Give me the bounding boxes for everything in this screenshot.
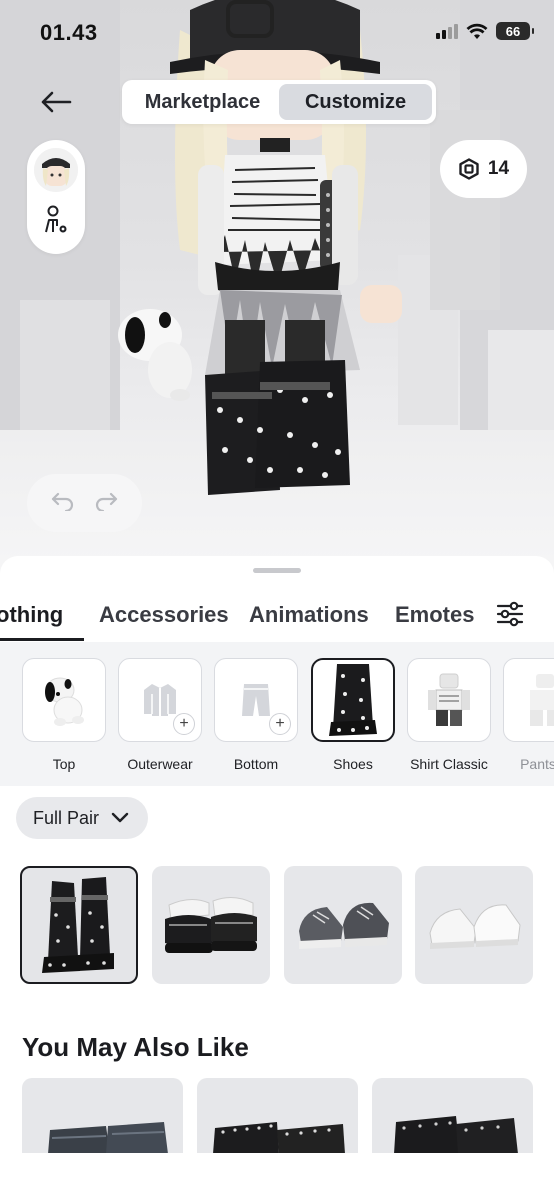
tab-animations[interactable]: Animations [249,602,369,628]
recommendation-card[interactable] [197,1078,358,1154]
battery-icon: 66 [496,22,534,40]
scene-block [488,330,554,430]
dropdown-label: Full Pair [33,807,100,828]
avatar-figure [118,0,402,495]
add-icon: + [173,713,195,735]
subcategory-tile[interactable] [407,658,491,742]
status-icons: 66 [436,22,534,40]
dog-plush-icon [45,677,84,726]
cellular-signal-icon [436,23,458,39]
customize-sheet: othing Accessories Animations Emotes Top… [0,556,554,1199]
avatar-switcher [27,140,85,254]
item-white-sneakers[interactable] [415,866,533,984]
avatar-settings-button[interactable] [41,204,71,241]
subcategory-tile[interactable] [503,658,554,742]
subcategory-shoes[interactable]: Shoes [311,658,395,772]
bottom-safe-area [0,1153,554,1199]
segment-marketplace[interactable]: Marketplace [126,84,279,120]
subcategory-outerwear[interactable]: + Outerwear [118,658,202,772]
category-tabs: othing Accessories Animations Emotes [0,596,554,642]
back-button[interactable] [36,86,76,118]
avatar-head-icon [34,148,78,192]
subcategory-pants-classic[interactable]: Pants C [503,658,554,772]
robux-balance[interactable]: 14 [440,140,527,198]
shirt-classic-icon [428,673,470,726]
full-pair-dropdown[interactable]: Full Pair [16,797,148,839]
marketplace-customize-toggle: Marketplace Customize [122,80,436,124]
pants-icon [242,684,270,716]
robux-amount: 14 [487,158,510,179]
grey-sneakers-icon [299,902,389,949]
subcategory-tile[interactable]: + [214,658,298,742]
undo-icon [51,492,73,512]
subcategory-top[interactable]: Top [22,658,106,772]
item-platform-mary-janes[interactable] [152,866,270,984]
undo-button[interactable] [50,491,76,516]
recommendation-list [0,1078,554,1154]
chevron-down-icon [111,812,129,823]
pants-classic-icon [530,674,554,726]
subcategory-shirt-classic[interactable]: Shirt Classic [407,658,491,772]
scene-block [20,300,110,450]
avatar-scene[interactable]: 01.43 66 Marketplace Customize 14 [0,0,554,580]
segment-customize[interactable]: Customize [279,84,432,120]
sheet-grabber[interactable] [253,568,301,573]
undo-redo-control [27,474,142,532]
fur-boots-icon [394,1116,518,1154]
item-grey-sneakers[interactable] [284,866,402,984]
recommendation-card[interactable] [372,1078,533,1154]
tab-emotes[interactable]: Emotes [395,602,474,628]
battery-level: 66 [505,23,521,39]
platform-shoes-icon [165,897,257,953]
sliders-icon [496,601,524,627]
subcategory-label: Pants C [520,756,554,772]
subcategory-tile[interactable]: + [118,658,202,742]
redo-icon [96,492,118,512]
redo-button[interactable] [93,491,119,516]
add-icon: + [269,713,291,735]
tab-clothing[interactable]: othing [0,602,63,628]
recommend-section-title: You May Also Like [22,1032,249,1062]
tab-accessories[interactable]: Accessories [99,602,229,628]
white-sneakers-icon [429,904,521,949]
status-time: 01.43 [40,20,98,45]
shoes-item-grid [0,866,554,986]
fur-leg-warmers-icon [42,877,114,973]
subcategory-strip: Top + Outerwear + Bottom Shoes Shirt Cla… [0,642,554,786]
subcategory-tile[interactable] [22,658,106,742]
studded-boots-icon [213,1122,345,1154]
filter-button[interactable] [492,596,528,632]
subcategory-tile[interactable] [311,658,395,742]
wifi-icon [466,23,488,39]
fur-boot-icon [329,664,377,736]
jacket-icon [144,684,176,716]
recommendation-card[interactable] [22,1078,183,1154]
avatar-thumbnail[interactable] [34,148,78,192]
dark-boots-icon [48,1122,168,1154]
item-fur-leg-warmers[interactable] [20,866,138,984]
arrow-left-icon [41,91,72,113]
robux-icon [459,158,479,180]
active-tab-indicator [0,638,84,641]
subcategory-bottom[interactable]: + Bottom [214,658,298,772]
person-settings-icon [45,205,67,233]
